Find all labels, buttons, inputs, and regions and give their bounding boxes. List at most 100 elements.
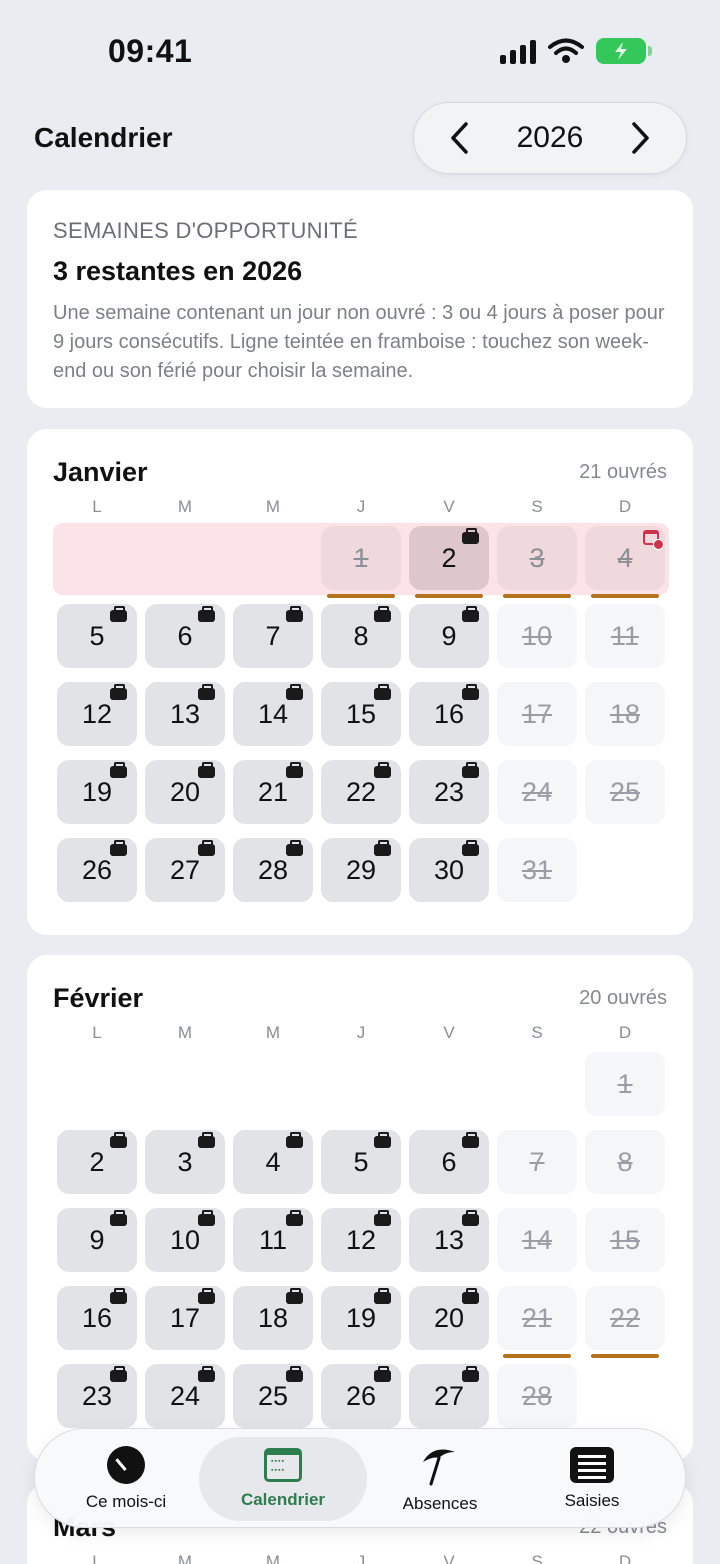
weekday-label: D [618, 1552, 632, 1564]
day-cell[interactable]: 22 [321, 760, 401, 824]
day-number: 29 [345, 854, 377, 885]
day-cell[interactable]: 7 [233, 604, 313, 668]
status-bar: 09:41 [0, 0, 720, 100]
day-cell[interactable]: 11 [233, 1208, 313, 1272]
day-number: 2 [441, 542, 457, 573]
day-cell[interactable]: 10 [145, 1208, 225, 1272]
tab-absences[interactable]: Absences [365, 1437, 515, 1521]
briefcase-icon [286, 762, 303, 778]
day-cell[interactable]: 19 [57, 760, 137, 824]
day-cell-non-working[interactable]: 11 [585, 604, 665, 668]
day-number: 31 [521, 854, 553, 885]
next-year-button[interactable] [626, 118, 656, 158]
day-cell[interactable]: 15 [321, 682, 401, 746]
day-cell[interactable]: 24 [145, 1364, 225, 1428]
day-cell[interactable]: 16 [57, 1286, 137, 1350]
day-cell[interactable]: 26 [57, 838, 137, 902]
day-cell-non-working[interactable]: 4 [585, 526, 665, 598]
day-number: 28 [257, 854, 289, 885]
day-cell-non-working[interactable]: 17 [497, 682, 577, 746]
tab-label: Calendrier [240, 1490, 326, 1509]
day-cell-non-working[interactable]: 10 [497, 604, 577, 668]
week-row: 26 27 28 29 30 31 [53, 835, 669, 913]
day-cell-non-working[interactable]: 15 [585, 1208, 665, 1272]
weekday-label: M [177, 1023, 193, 1042]
day-number: 26 [81, 854, 113, 885]
opportunity-eyebrow: SEMAINES D'OPPORTUNITÉ [53, 218, 358, 243]
day-cell[interactable]: 30 [409, 838, 489, 902]
briefcase-icon [374, 1210, 391, 1226]
day-cell-non-working[interactable]: 3 [497, 526, 577, 598]
day-cell[interactable]: 26 [321, 1364, 401, 1428]
day-cell-non-working[interactable]: 24 [497, 760, 577, 824]
day-cell[interactable]: 3 [145, 1130, 225, 1194]
day-cell[interactable]: 2 [409, 526, 489, 598]
day-cell[interactable]: 20 [145, 760, 225, 824]
day-cell[interactable]: 12 [321, 1208, 401, 1272]
day-cell-non-working[interactable]: 14 [497, 1208, 577, 1272]
day-cell[interactable]: 18 [233, 1286, 313, 1350]
wifi-icon [548, 38, 584, 63]
day-cell[interactable]: 20 [409, 1286, 489, 1350]
day-cell[interactable]: 28 [233, 838, 313, 902]
tab-calendrier[interactable]: Calendrier [199, 1437, 367, 1521]
briefcase-icon [374, 684, 391, 700]
day-cell-non-working[interactable]: 1 [585, 1052, 665, 1116]
day-number: 15 [345, 698, 377, 729]
month-title: Janvier [53, 457, 148, 487]
briefcase-icon [462, 840, 479, 856]
day-cell[interactable]: 23 [57, 1364, 137, 1428]
day-cell[interactable]: 13 [409, 1208, 489, 1272]
day-cell[interactable]: 9 [409, 604, 489, 668]
opportunity-underline [503, 594, 571, 598]
day-cell[interactable]: 12 [57, 682, 137, 746]
day-number: 22 [345, 776, 377, 807]
day-cell[interactable]: 9 [57, 1208, 137, 1272]
day-cell[interactable]: 2 [57, 1130, 137, 1194]
day-cell[interactable]: 27 [409, 1364, 489, 1428]
briefcase-icon [286, 684, 303, 700]
day-cell[interactable]: 21 [233, 760, 313, 824]
day-cell[interactable]: 14 [233, 682, 313, 746]
day-cell[interactable]: 6 [145, 604, 225, 668]
day-cell-non-working[interactable]: 28 [497, 1364, 577, 1428]
day-cell[interactable]: 5 [321, 1130, 401, 1194]
month-card-fevrier: Février 20 ouvrés LMMJVSD 1 2 3 4 5 6 7 8 9 10 11 1… [27, 955, 693, 1461]
chevron-left-icon [451, 122, 468, 154]
day-number: 13 [169, 698, 201, 729]
day-cell-non-working[interactable]: 21 [497, 1286, 577, 1358]
day-cell[interactable]: 13 [145, 682, 225, 746]
day-cell[interactable]: 17 [145, 1286, 225, 1350]
day-cell[interactable]: 19 [321, 1286, 401, 1350]
briefcase-icon [462, 762, 479, 778]
day-cell[interactable]: 23 [409, 760, 489, 824]
day-cell-non-working[interactable]: 18 [585, 682, 665, 746]
day-cell[interactable]: 29 [321, 838, 401, 902]
day-number: 12 [81, 698, 113, 729]
day-number: 6 [177, 620, 193, 651]
day-cell-non-working[interactable]: 25 [585, 760, 665, 824]
chevron-right-icon [632, 122, 649, 154]
day-cell-non-working[interactable]: 31 [497, 838, 577, 902]
tab-bar: Ce mois-ci Calendrier Absences Saisies [34, 1428, 686, 1528]
week-row: 12 13 14 15 16 17 18 [53, 679, 669, 757]
briefcase-icon [198, 762, 215, 778]
briefcase-icon [110, 762, 127, 778]
day-cell[interactable]: 8 [321, 604, 401, 668]
day-cell[interactable]: 25 [233, 1364, 313, 1428]
day-cell-non-working[interactable]: 8 [585, 1130, 665, 1194]
day-cell-non-working[interactable]: 1 [321, 526, 401, 598]
tab-ce-mois-ci[interactable]: Ce mois-ci [51, 1437, 201, 1521]
day-cell[interactable]: 27 [145, 838, 225, 902]
day-cell[interactable]: 5 [57, 604, 137, 668]
day-cell[interactable]: 16 [409, 682, 489, 746]
day-cell[interactable]: 6 [409, 1130, 489, 1194]
tab-saisies[interactable]: Saisies [517, 1437, 667, 1521]
briefcase-icon [198, 1132, 215, 1148]
day-cell[interactable]: 4 [233, 1130, 313, 1194]
previous-year-button[interactable] [444, 118, 474, 158]
day-cell-non-working[interactable]: 7 [497, 1130, 577, 1194]
weekday-label: M [177, 497, 193, 516]
briefcase-icon [374, 840, 391, 856]
day-cell-non-working[interactable]: 22 [585, 1286, 665, 1358]
